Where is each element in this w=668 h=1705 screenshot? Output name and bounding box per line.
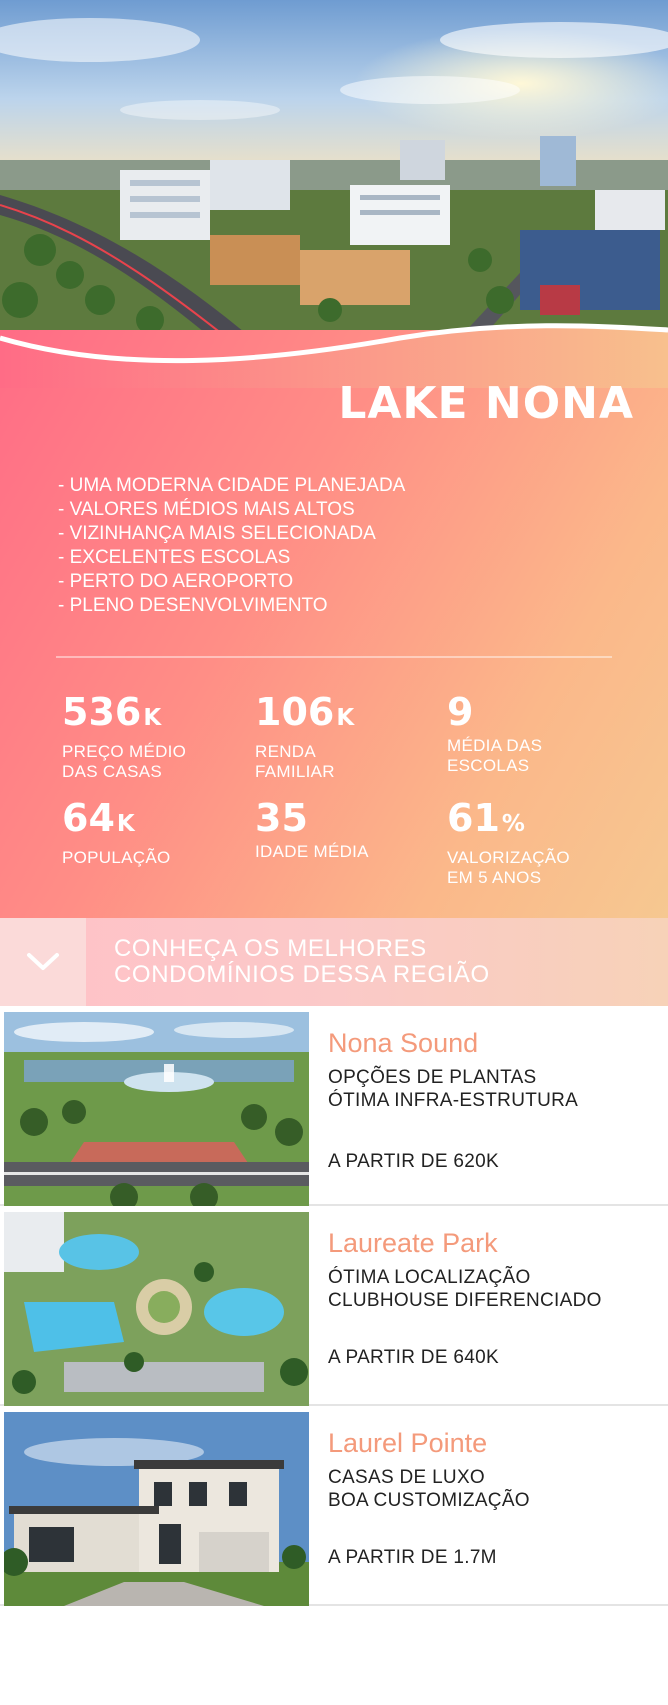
stat-label: VALORIZAÇÃO	[447, 848, 570, 867]
listing-photo[interactable]	[4, 1412, 309, 1606]
stat-family-income: 106 K RENDA FAMILIAR	[255, 692, 445, 782]
stat-label: PREÇO MÉDIO	[62, 742, 187, 761]
listing-photo[interactable]	[4, 1212, 309, 1406]
stat-label: POPULAÇÃO	[62, 848, 171, 867]
stat-median-price: 536 K PREÇO MÉDIO DAS CASAS	[62, 692, 252, 782]
stat-suffix: K	[336, 705, 355, 731]
condominiums-expand-bar[interactable]: CONHEÇA OS MELHORES CONDOMÍNIOS DESSA RE…	[0, 918, 668, 1006]
stat-value: 536	[62, 690, 142, 734]
stat-median-age: 35 IDADE MÉDIA	[255, 798, 445, 862]
listing-name[interactable]: Nona Sound	[328, 1028, 478, 1059]
listing-card-laurel-pointe[interactable]: Laurel Pointe CASAS DE LUXO BOA CUSTOMIZ…	[0, 1408, 668, 1606]
section-divider	[56, 656, 612, 658]
stat-suffix: K	[143, 705, 162, 731]
feature-item: - VIZINHANÇA MAIS SELECIONADA	[58, 523, 376, 544]
chevron-down-icon	[27, 953, 59, 970]
listing-price: A PARTIR DE 1.7M	[328, 1547, 497, 1568]
stat-label: DAS CASAS	[62, 762, 163, 781]
listing-price: A PARTIR DE 620K	[328, 1151, 499, 1172]
page: LAKE NONA - UMA MODERNA CIDADE PLANEJADA…	[0, 0, 668, 1705]
listing-feature: OPÇÕES DE PLANTAS	[328, 1067, 537, 1088]
cta-line: CONDOMÍNIOS DESSA REGIÃO	[114, 961, 490, 988]
feature-list: - UMA MODERNA CIDADE PLANEJADA - VALORES…	[58, 474, 405, 618]
listing-features: ÓTIMA LOCALIZAÇÃO CLUBHOUSE DIFERENCIADO	[328, 1266, 602, 1312]
stat-label: IDADE MÉDIA	[255, 842, 369, 861]
city-title: LAKE NONA	[338, 378, 634, 429]
stat-label: RENDA	[255, 742, 317, 761]
stat-value: 9	[447, 690, 474, 734]
stat-population: 64 K POPULAÇÃO	[62, 798, 252, 868]
listing-name[interactable]: Laurel Pointe	[328, 1428, 487, 1459]
listing-card-laureate-park[interactable]: Laureate Park ÓTIMA LOCALIZAÇÃO CLUBHOUS…	[0, 1208, 668, 1406]
stat-label: ESCOLAS	[447, 756, 530, 775]
listing-features: OPÇÕES DE PLANTAS ÓTIMA INFRA-ESTRUTURA	[328, 1066, 578, 1112]
listing-feature: BOA CUSTOMIZAÇÃO	[328, 1490, 530, 1511]
stat-value: 61	[447, 796, 500, 840]
feature-item: - PERTO DO AEROPORTO	[58, 571, 294, 592]
listing-feature: ÓTIMA LOCALIZAÇÃO	[328, 1267, 531, 1288]
stat-suffix: %	[501, 811, 525, 837]
stat-suffix: K	[116, 811, 135, 837]
stat-value: 35	[255, 796, 308, 840]
stat-label: MÉDIA DAS	[447, 736, 543, 755]
listing-features: CASAS DE LUXO BOA CUSTOMIZAÇÃO	[328, 1466, 530, 1512]
stat-value: 64	[62, 796, 115, 840]
feature-item: - UMA MODERNA CIDADE PLANEJADA	[58, 475, 406, 496]
stat-label: FAMILIAR	[255, 762, 335, 781]
feature-item: - EXCELENTES ESCOLAS	[58, 547, 291, 568]
cta-line: CONHEÇA OS MELHORES	[114, 935, 427, 962]
stat-appreciation: 61% VALORIZAÇÃO EM 5 ANOS	[447, 798, 637, 888]
feature-item: - PLENO DESENVOLVIMENTO	[58, 595, 328, 616]
listing-feature: CASAS DE LUXO	[328, 1467, 486, 1488]
listing-name[interactable]: Laureate Park	[328, 1228, 498, 1259]
listing-photo[interactable]	[4, 1012, 309, 1206]
listing-price: A PARTIR DE 640K	[328, 1347, 499, 1368]
stat-label: EM 5 ANOS	[447, 868, 542, 887]
listing-feature: ÓTIMA INFRA-ESTRUTURA	[328, 1090, 579, 1111]
cta-text: CONHEÇA OS MELHORES CONDOMÍNIOS DESSA RE…	[114, 936, 490, 988]
stat-school-rating: 9 MÉDIA DAS ESCOLAS	[447, 692, 637, 776]
stat-value: 106	[255, 690, 335, 734]
listing-feature: CLUBHOUSE DIFERENCIADO	[328, 1290, 602, 1311]
feature-item: - VALORES MÉDIOS MAIS ALTOS	[58, 499, 355, 520]
expand-toggle-button[interactable]	[0, 918, 86, 1006]
listing-card-nona-sound[interactable]: Nona Sound OPÇÕES DE PLANTAS ÓTIMA INFRA…	[0, 1008, 668, 1206]
